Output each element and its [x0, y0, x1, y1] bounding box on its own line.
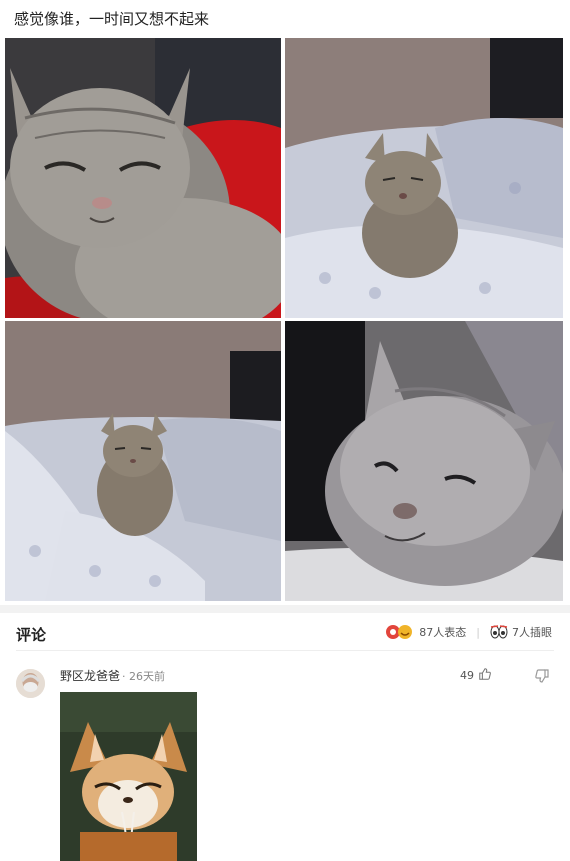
cat-photo-2[interactable] — [285, 38, 563, 318]
reply-icon[interactable] — [534, 668, 550, 684]
section-separator — [0, 605, 570, 613]
cat-photo-1[interactable] — [5, 38, 281, 318]
cat-photo-4[interactable] — [285, 321, 563, 601]
collections-count: 7人插眼 — [512, 626, 552, 639]
emoji-reactions-icon — [385, 624, 415, 640]
reactions-bar[interactable]: 87人表态 | 7人插眼 — [385, 624, 552, 640]
comments-title: 评论 — [16, 626, 47, 644]
comment-username[interactable]: 野区龙爸爸 — [60, 667, 120, 684]
comment-timestamp: · 26天前 — [122, 670, 165, 683]
eyes-icon — [490, 624, 508, 640]
reactions-count: 87人表态 — [419, 626, 467, 639]
cat-photo-3[interactable] — [5, 321, 281, 601]
like-count: 49 — [460, 669, 474, 682]
like-button[interactable]: 49 — [460, 667, 492, 684]
photo-grid — [5, 38, 563, 601]
divider — [16, 650, 554, 651]
post-text: 感觉像谁，一时间又想不起来 — [14, 10, 210, 28]
avatar[interactable] — [16, 669, 45, 698]
comment-image[interactable] — [60, 692, 197, 861]
reactions-divider: | — [476, 625, 480, 639]
thumbs-up-icon — [478, 667, 492, 684]
